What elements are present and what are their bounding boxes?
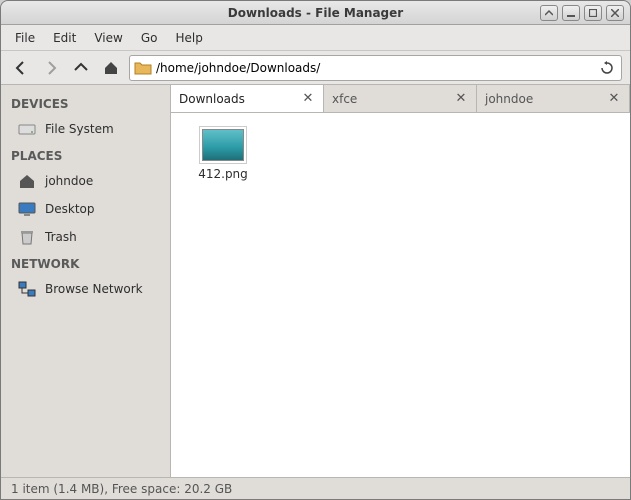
sidebar-item-trash[interactable]: Trash xyxy=(1,223,170,251)
home-icon xyxy=(103,60,119,76)
sidebar-heading-places: PLACES xyxy=(1,143,170,167)
minimize-button[interactable] xyxy=(562,5,580,21)
status-text: 1 item (1.4 MB), Free space: 20.2 GB xyxy=(11,482,232,496)
maximize-icon xyxy=(589,9,597,17)
menu-file[interactable]: File xyxy=(7,28,43,48)
home-icon xyxy=(17,172,37,190)
arrow-left-icon xyxy=(13,60,29,76)
folder-icon xyxy=(134,60,152,76)
home-button[interactable] xyxy=(99,56,123,80)
sidebar-item-network[interactable]: Browse Network xyxy=(1,275,170,303)
sidebar-item-filesystem[interactable]: File System xyxy=(1,115,170,143)
shade-button[interactable] xyxy=(540,5,558,21)
file-name: 412.png xyxy=(198,167,248,181)
sidebar-heading-devices: DEVICES xyxy=(1,91,170,115)
forward-button[interactable] xyxy=(39,56,63,80)
trash-icon xyxy=(17,228,37,246)
sidebar-item-label: Desktop xyxy=(45,202,95,216)
menu-view[interactable]: View xyxy=(86,28,130,48)
tab-close-button[interactable]: ✕ xyxy=(454,92,468,106)
tab-label: xfce xyxy=(332,92,357,106)
arrow-up-icon xyxy=(73,60,89,76)
tab-strip: Downloads ✕ xfce ✕ johndoe ✕ xyxy=(171,85,630,113)
chevron-up-icon xyxy=(545,9,553,17)
sidebar-heading-network: NETWORK xyxy=(1,251,170,275)
network-icon xyxy=(17,280,37,298)
tab-downloads[interactable]: Downloads ✕ xyxy=(171,85,324,112)
sidebar-item-home[interactable]: johndoe xyxy=(1,167,170,195)
tab-label: Downloads xyxy=(179,92,245,106)
body: DEVICES File System PLACES johndoe Deskt… xyxy=(1,85,630,477)
drive-icon xyxy=(17,120,37,138)
sidebar-item-label: Trash xyxy=(45,230,77,244)
desktop-icon xyxy=(17,200,37,218)
window-title: Downloads - File Manager xyxy=(1,6,630,20)
window-controls xyxy=(540,5,624,21)
main-pane: Downloads ✕ xfce ✕ johndoe ✕ 412.png xyxy=(171,85,630,477)
maximize-button[interactable] xyxy=(584,5,602,21)
file-item[interactable]: 412.png xyxy=(183,125,263,185)
close-button[interactable] xyxy=(606,5,624,21)
titlebar[interactable]: Downloads - File Manager xyxy=(1,1,630,25)
sidebar: DEVICES File System PLACES johndoe Deskt… xyxy=(1,85,171,477)
addressbar[interactable] xyxy=(129,55,622,81)
sidebar-item-label: johndoe xyxy=(45,174,93,188)
menu-go[interactable]: Go xyxy=(133,28,166,48)
tab-johndoe[interactable]: johndoe ✕ xyxy=(477,85,630,112)
sidebar-item-label: Browse Network xyxy=(45,282,143,296)
close-icon xyxy=(611,9,619,17)
minimize-icon xyxy=(567,9,575,17)
refresh-button[interactable] xyxy=(597,58,617,78)
back-button[interactable] xyxy=(9,56,33,80)
toolbar xyxy=(1,51,630,85)
file-area[interactable]: 412.png xyxy=(171,113,630,477)
menubar: File Edit View Go Help xyxy=(1,25,630,51)
up-button[interactable] xyxy=(69,56,93,80)
tab-label: johndoe xyxy=(485,92,533,106)
path-input[interactable] xyxy=(156,61,597,75)
statusbar: 1 item (1.4 MB), Free space: 20.2 GB xyxy=(1,477,630,499)
arrow-right-icon xyxy=(43,60,59,76)
file-manager-window: Downloads - File Manager File Edit View … xyxy=(0,0,631,500)
tab-close-button[interactable]: ✕ xyxy=(301,92,315,106)
sidebar-item-label: File System xyxy=(45,122,114,136)
tab-xfce[interactable]: xfce ✕ xyxy=(324,85,477,112)
refresh-icon xyxy=(600,61,614,75)
menu-help[interactable]: Help xyxy=(167,28,210,48)
tab-close-button[interactable]: ✕ xyxy=(607,92,621,106)
menu-edit[interactable]: Edit xyxy=(45,28,84,48)
image-thumbnail xyxy=(202,129,244,161)
sidebar-item-desktop[interactable]: Desktop xyxy=(1,195,170,223)
